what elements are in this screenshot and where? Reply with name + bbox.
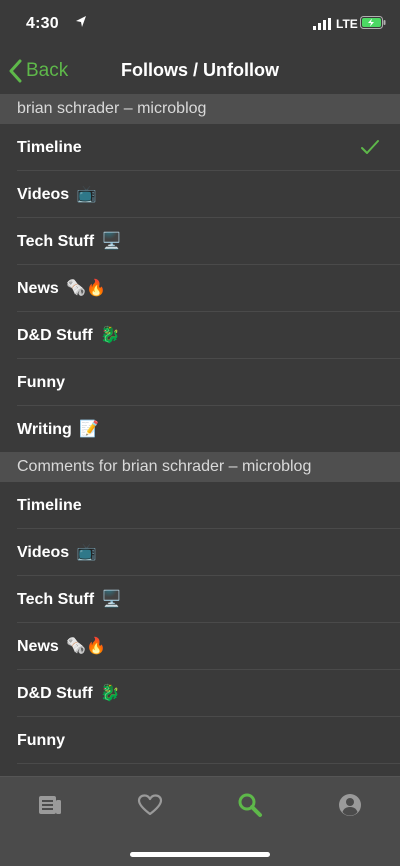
- list-item-tech-stuff[interactable]: Tech Stuff 🖥️: [0, 576, 400, 623]
- profile-icon[interactable]: [336, 791, 364, 819]
- dragon-icon: 🐉: [100, 327, 120, 345]
- list-item-tech-stuff[interactable]: Tech Stuff 🖥️: [0, 218, 400, 265]
- list-item-label: Tech Stuff: [17, 233, 95, 250]
- search-icon[interactable]: [236, 791, 264, 819]
- network-label: LTE: [336, 17, 358, 31]
- list-item-dnd-stuff[interactable]: D&D Stuff 🐉: [0, 670, 400, 717]
- location-arrow-icon: [76, 16, 86, 27]
- battery-charging-icon: [360, 16, 386, 29]
- list-item-news[interactable]: News 🗞️🔥: [0, 623, 400, 670]
- list-item-label: News: [17, 638, 59, 655]
- list-item-writing[interactable]: Writing 📝: [0, 406, 400, 453]
- list-item-label: Videos: [17, 186, 70, 203]
- section-header-comments: Comments for brian schrader – microblog: [0, 452, 400, 482]
- dragon-icon: 🐉: [100, 685, 120, 703]
- list-item-label: D&D Stuff: [17, 327, 93, 344]
- list-item-label: Funny: [17, 732, 65, 749]
- list-item-label: D&D Stuff: [17, 685, 93, 702]
- list-item-funny[interactable]: Funny: [0, 717, 400, 764]
- list-item-timeline[interactable]: Timeline: [0, 482, 400, 529]
- list-item-label: Writing: [17, 421, 72, 438]
- newspaper-fire-icon: 🗞️🔥: [66, 280, 107, 298]
- list-item-dnd-stuff[interactable]: D&D Stuff 🐉: [0, 312, 400, 359]
- list-item-timeline[interactable]: Timeline: [0, 124, 400, 171]
- home-indicator[interactable]: [130, 852, 270, 857]
- list-item-videos[interactable]: Videos 📺: [0, 529, 400, 576]
- television-icon: 📺: [76, 544, 97, 562]
- list-item-label: News: [17, 280, 59, 297]
- list-item-news[interactable]: News 🗞️🔥: [0, 265, 400, 312]
- list-item-funny[interactable]: Funny: [0, 359, 400, 406]
- desktop-computer-icon: 🖥️: [101, 591, 122, 609]
- memo-icon: 📝: [79, 421, 100, 439]
- status-bar: 4:30 LTE: [0, 0, 400, 48]
- list-item-label: Tech Stuff: [17, 591, 95, 608]
- section-header-microblog: brian schrader – microblog: [0, 94, 400, 124]
- checkmark-icon: [361, 140, 379, 154]
- list-item-label: Videos: [17, 544, 70, 561]
- signal-icon: [313, 18, 331, 30]
- newspaper-icon[interactable]: [36, 791, 64, 819]
- list-item-label: Timeline: [17, 497, 82, 514]
- list-item-label: Timeline: [17, 139, 82, 156]
- heart-icon[interactable]: [136, 791, 164, 819]
- status-time: 4:30: [26, 15, 59, 32]
- desktop-computer-icon: 🖥️: [101, 233, 122, 251]
- list-item-videos[interactable]: Videos 📺: [0, 171, 400, 218]
- page-title: Follows / Unfollow: [121, 60, 279, 80]
- television-icon: 📺: [76, 186, 97, 204]
- list-item-label: Funny: [17, 374, 65, 391]
- newspaper-fire-icon: 🗞️🔥: [66, 638, 107, 656]
- navigation-bar: Back Follows / Unfollow: [0, 48, 400, 94]
